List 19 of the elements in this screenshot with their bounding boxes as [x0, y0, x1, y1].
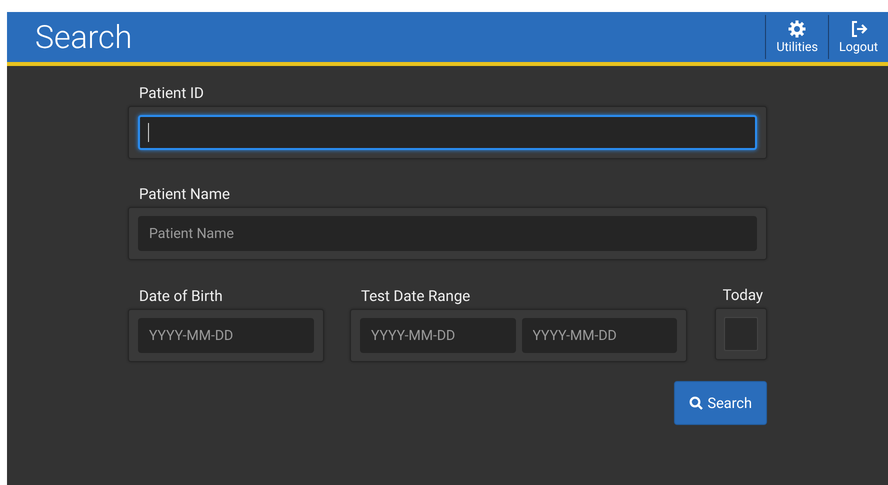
search-button[interactable]: Search	[674, 381, 767, 425]
page-title: Search	[34, 18, 134, 56]
field-label: Date of Birth	[139, 287, 223, 305]
logout-button[interactable]: Logout	[828, 15, 888, 59]
field-label: Test Date Range	[361, 287, 470, 305]
text-cursor	[148, 123, 149, 142]
end-date-field[interactable]: YYYY-MM-DD	[522, 318, 677, 353]
field-label: Today	[722, 286, 763, 304]
field-label: Patient Name	[139, 185, 231, 203]
patient-id-field[interactable]	[138, 115, 757, 150]
patient-name-field[interactable]: Patient Name	[138, 216, 757, 251]
gear-icon	[788, 20, 806, 38]
logout-icon	[850, 20, 868, 38]
search-icon	[689, 396, 704, 410]
start-date-field[interactable]: YYYY-MM-DD	[360, 318, 516, 353]
date-of-birth-field[interactable]: YYYY-MM-DD	[138, 318, 314, 353]
field-label: Patient ID	[139, 84, 205, 102]
utilities-button[interactable]: Utilities	[765, 15, 828, 59]
today-checkbox[interactable]	[724, 317, 758, 351]
